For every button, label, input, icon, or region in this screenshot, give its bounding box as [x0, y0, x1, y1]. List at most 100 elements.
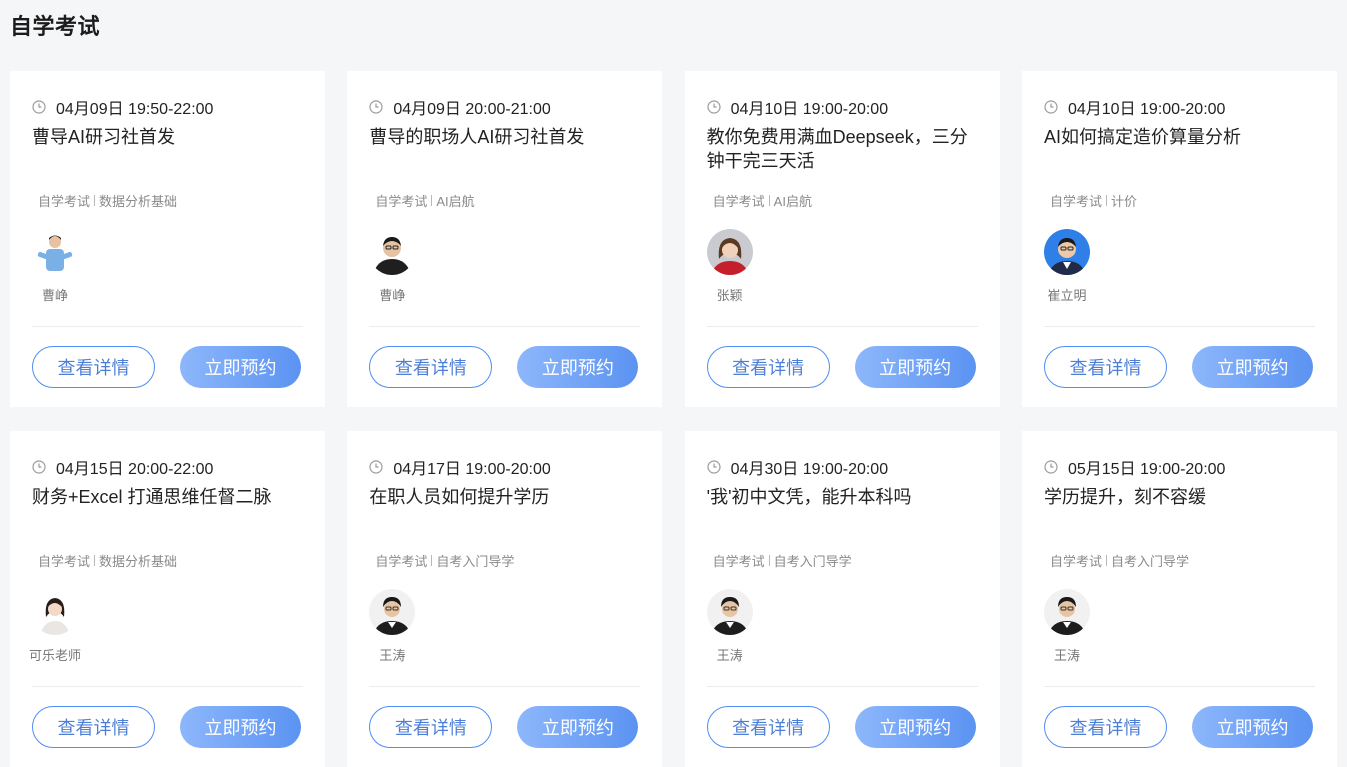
- book-now-button[interactable]: 立即预约: [517, 706, 639, 748]
- teacher: 张颖: [706, 229, 753, 304]
- course-time-text: 04月30日 19:00-20:00: [730, 461, 889, 478]
- clock-icon: [32, 100, 46, 114]
- tag-category: 自学考试: [38, 554, 91, 569]
- course-time: 04月15日 20:00-22:00: [32, 455, 213, 479]
- view-details-button[interactable]: 查看详情: [1043, 346, 1167, 388]
- course-card[interactable]: 04月09日 19:50-22:00 曹导AI研习社首发 自学考试 数据分析基础 曹峥查…: [10, 71, 325, 407]
- course-time-text: 04月10日 19:00-20:00: [1067, 101, 1226, 118]
- card-divider: [1043, 326, 1315, 327]
- course-tags: 自学考试 AI启航: [713, 191, 812, 210]
- teacher: 曹峥: [369, 229, 416, 304]
- course-tags: 自学考试 AI启航: [375, 191, 474, 210]
- course-card[interactable]: 04月10日 19:00-20:00 AI如何搞定造价算量分析 自学考试 计价 崔立明查…: [1021, 71, 1337, 407]
- book-now-button[interactable]: 立即预约: [1191, 346, 1313, 388]
- course-title[interactable]: 教你免费用满血Deepseek，三分钟干完三天活: [707, 125, 977, 173]
- course-time-text: 04月09日 20:00-21:00: [393, 101, 551, 118]
- course-time: 04月10日 19:00-20:00: [707, 95, 888, 119]
- course-card[interactable]: 04月10日 19:00-20:00 教你免费用满血Deepseek，三分钟干完三…: [684, 71, 1000, 407]
- view-details-button[interactable]: 查看详情: [32, 346, 155, 388]
- book-now-button[interactable]: 立即预约: [180, 346, 301, 388]
- view-details-button[interactable]: 查看详情: [369, 346, 493, 388]
- card-divider: [32, 326, 303, 327]
- tag-separator: [431, 555, 433, 566]
- course-title[interactable]: 学历提升，刻不容缓: [1044, 485, 1314, 509]
- tag-category: 自学考试: [712, 194, 765, 209]
- course-time-text: 04月17日 19:00-20:00: [393, 461, 551, 478]
- teacher-name: 张颖: [716, 288, 743, 303]
- teacher-avatar: [369, 229, 416, 275]
- course-card[interactable]: 05月15日 19:00-20:00 学历提升，刻不容缓 自学考试 自考入门导学 王涛查…: [1021, 431, 1337, 767]
- teacher-avatar: [706, 229, 753, 275]
- book-now-button[interactable]: 立即预约: [517, 346, 639, 388]
- course-card[interactable]: 04月30日 19:00-20:00 '我'初中文凭，能升本科吗自学考试 自考入门导…: [684, 431, 1000, 767]
- teacher-avatar: [32, 229, 78, 275]
- clock-icon: [369, 100, 383, 114]
- teacher: 王涛: [369, 589, 416, 664]
- course-card[interactable]: 04月09日 20:00-21:00 曹导的职场人AI研习社首发自学考试 AI启航曹…: [347, 71, 663, 407]
- clock-icon: [369, 460, 383, 474]
- course-tags: 自学考试 自考入门导学: [1050, 551, 1189, 570]
- course-time: 04月09日 20:00-21:00: [369, 95, 551, 119]
- book-now-button[interactable]: 立即预约: [854, 706, 976, 748]
- teacher-avatar: [1043, 229, 1090, 275]
- course-title[interactable]: AI如何搞定造价算量分析: [1044, 125, 1314, 149]
- teacher: 可乐老师: [29, 589, 82, 664]
- tag-category: 自学考试: [1049, 554, 1102, 569]
- card-divider: [369, 326, 641, 327]
- teacher-avatar: [369, 589, 416, 635]
- course-grid: 04月09日 19:50-22:00 曹导AI研习社首发 自学考试 数据分析基础 曹峥查…: [10, 71, 1337, 767]
- course-title[interactable]: 曹导的职场人AI研习社首发: [369, 125, 639, 149]
- view-details-button[interactable]: 查看详情: [369, 706, 493, 748]
- clock-icon: [707, 460, 721, 474]
- course-time-text: 05月15日 19:00-20:00: [1067, 461, 1226, 478]
- course-time: 04月10日 19:00-20:00: [1044, 95, 1225, 119]
- course-tags: 自学考试 自考入门导学: [375, 551, 514, 570]
- course-title[interactable]: 财务+Excel 打通思维任督二脉: [32, 485, 302, 509]
- course-card[interactable]: 04月17日 19:00-20:00 在职人员如何提升学历自学考试 自考入门导学王涛…: [347, 431, 663, 767]
- card-divider: [706, 686, 978, 687]
- teacher-name: 可乐老师: [29, 648, 82, 663]
- tag-separator: [768, 555, 770, 566]
- teacher-name: 崔立明: [1047, 288, 1087, 303]
- clock-icon: [1044, 460, 1058, 474]
- teacher-avatar: [1043, 589, 1090, 635]
- tag-category: 自学考试: [38, 194, 91, 209]
- view-details-button[interactable]: 查看详情: [32, 706, 155, 748]
- course-tags: 自学考试 数据分析基础: [38, 551, 177, 570]
- view-details-button[interactable]: 查看详情: [706, 346, 830, 388]
- view-details-button[interactable]: 查看详情: [706, 706, 830, 748]
- tag-subject: 自考入门导学: [1111, 554, 1190, 569]
- tag-subject: AI启航: [436, 194, 475, 209]
- clock-icon: [1044, 100, 1058, 114]
- course-tags: 自学考试 自考入门导学: [713, 551, 852, 570]
- tag-category: 自学考试: [1049, 194, 1102, 209]
- tag-separator: [94, 555, 96, 566]
- card-divider: [369, 686, 641, 687]
- book-now-button[interactable]: 立即预约: [180, 706, 301, 748]
- course-title[interactable]: '我'初中文凭，能升本科吗: [707, 485, 977, 509]
- teacher: 崔立明: [1043, 229, 1090, 304]
- course-title[interactable]: 曹导AI研习社首发: [32, 125, 302, 149]
- tag-category: 自学考试: [375, 554, 428, 569]
- tag-separator: [1106, 195, 1107, 206]
- course-title[interactable]: 在职人员如何提升学历: [369, 485, 639, 509]
- course-time: 04月09日 19:50-22:00: [32, 95, 213, 119]
- tag-category: 自学考试: [712, 554, 765, 569]
- page-title: 自学考试: [10, 14, 101, 39]
- course-time: 05月15日 19:00-20:00: [1044, 455, 1225, 479]
- card-divider: [706, 326, 978, 327]
- tag-separator: [768, 195, 770, 206]
- view-details-button[interactable]: 查看详情: [1043, 706, 1167, 748]
- tag-subject: AI启航: [773, 194, 812, 209]
- course-tags: 自学考试 数据分析基础: [38, 191, 177, 210]
- tag-subject: 数据分析基础: [99, 554, 178, 569]
- book-now-button[interactable]: 立即预约: [1191, 706, 1313, 748]
- clock-icon: [707, 100, 721, 114]
- tag-separator: [94, 195, 96, 206]
- course-time-text: 04月10日 19:00-20:00: [730, 101, 889, 118]
- course-card[interactable]: 04月15日 20:00-22:00 财务+Excel 打通思维任督二脉自学考试数…: [10, 431, 325, 767]
- book-now-button[interactable]: 立即预约: [854, 346, 976, 388]
- teacher: 王涛: [706, 589, 753, 664]
- tag-separator: [1106, 555, 1107, 566]
- teacher-name: 曹峥: [379, 288, 406, 303]
